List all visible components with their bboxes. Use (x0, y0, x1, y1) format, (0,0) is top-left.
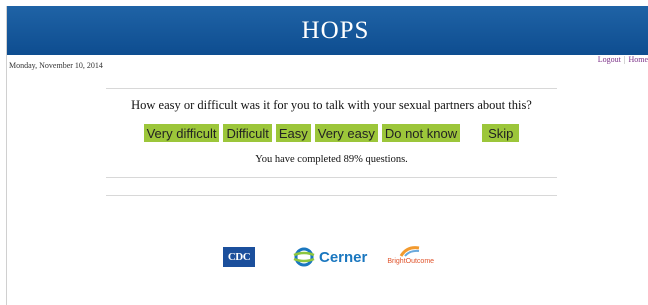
skip-button[interactable]: Skip (482, 124, 520, 142)
cerner-globe-icon (293, 247, 315, 267)
divider-bottom (106, 195, 557, 196)
cdc-logo-text: CDC (227, 251, 251, 263)
cdc-logo: CDC (223, 247, 255, 267)
brightoutcome-logo-text: BrightOutcome (387, 258, 435, 265)
answer-difficult[interactable]: Difficult (223, 124, 272, 142)
current-date: Monday, November 10, 2014 (9, 61, 103, 70)
cerner-logo: Cerner (292, 247, 367, 267)
partner-logos: CDC Cerner BrightOutcome (223, 246, 435, 267)
brightoutcome-swoosh-icon (400, 246, 420, 257)
answer-easy[interactable]: Easy (275, 124, 311, 142)
answer-very-difficult[interactable]: Very difficult (143, 124, 220, 142)
header-bar: HOPS (7, 6, 648, 55)
answer-do-not-know[interactable]: Do not know (381, 124, 461, 142)
progress-text: You have completed 89% questions. (255, 154, 408, 165)
brightoutcome-logo: BrightOutcome (387, 246, 435, 265)
answer-very-easy[interactable]: Very easy (314, 124, 378, 142)
app-title: HOPS (301, 16, 370, 44)
home-link[interactable]: Home (628, 55, 648, 64)
cerner-logo-text: Cerner (319, 248, 368, 266)
divider-top (106, 88, 557, 89)
divider-middle (106, 177, 557, 178)
survey-question: How easy or difficult was it for you to … (131, 98, 532, 112)
page-frame: HOPS Monday, November 10, 2014 Logout | Ho… (6, 6, 648, 305)
answer-options: Very difficult Difficult Easy Very easy … (106, 124, 557, 142)
logout-link[interactable]: Logout (598, 55, 621, 64)
top-nav: Logout | Home (598, 55, 648, 64)
